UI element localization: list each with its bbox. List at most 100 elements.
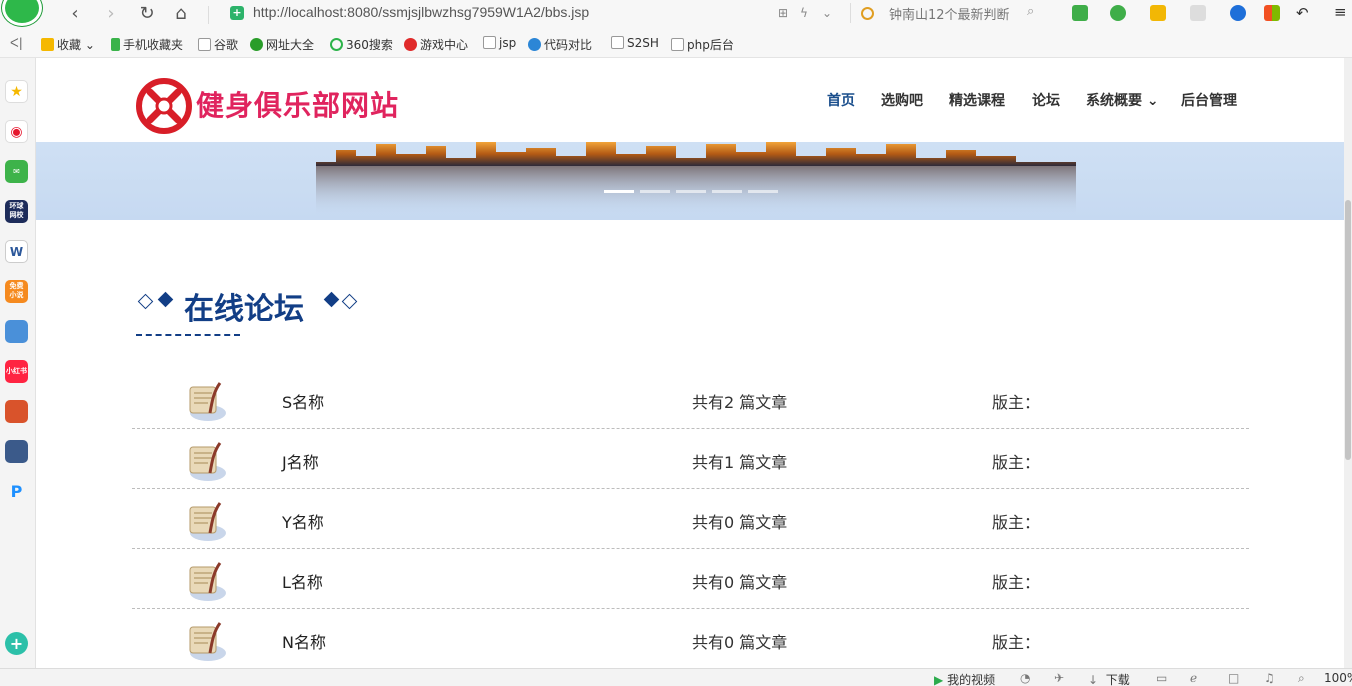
moderator: 版主：	[992, 393, 1041, 412]
favorite-icon[interactable]: ★	[5, 80, 28, 103]
article-count: 共有2 篇文章	[692, 393, 788, 412]
city-game-icon[interactable]	[5, 440, 28, 463]
bookmark-label: 谷歌	[214, 38, 239, 52]
bookmark-toggle[interactable]: ᐸ|	[10, 36, 23, 50]
p-icon[interactable]: P	[5, 480, 28, 503]
menu-icon[interactable]: ≡	[1334, 3, 1347, 21]
address-divider	[208, 6, 209, 24]
article-count: 共有0 篇文章	[692, 513, 788, 532]
game-app-icon[interactable]	[5, 320, 28, 343]
plus-icon[interactable]: +	[5, 632, 28, 655]
word-icon[interactable]: W	[5, 240, 28, 263]
bookmark-item[interactable]: 代码对比	[528, 36, 592, 53]
bookmark-label: 网址大全	[266, 38, 315, 52]
bookmark-item[interactable]: php后台	[671, 36, 734, 53]
menu-courses[interactable]: 精选课程	[949, 90, 1005, 110]
search-box[interactable]: 钟南山12个最新判断 ⌕	[850, 3, 1050, 23]
site-name[interactable]: 健身俱乐部网站	[196, 84, 399, 124]
menu-system-overview[interactable]: 系统概要 ⌄	[1086, 90, 1159, 110]
game-icon	[404, 38, 417, 51]
mail-icon[interactable]: ✉	[5, 160, 28, 183]
forum-row[interactable]: Y名称 共有0 篇文章 版主：	[132, 489, 1249, 549]
apps-icon[interactable]	[1264, 5, 1280, 21]
search-suggestion[interactable]: 钟南山12个最新判断	[889, 4, 1010, 23]
bookmark-item[interactable]: 游戏中心	[404, 36, 468, 53]
back-button[interactable]: ‹	[64, 4, 86, 24]
novel-icon[interactable]: 免费 小说	[5, 280, 28, 303]
bookmark-item[interactable]: jsp	[483, 36, 516, 50]
compare-icon	[528, 38, 541, 51]
reload-button[interactable]: ↻	[136, 4, 158, 24]
bookmark-label: 代码对比	[544, 38, 593, 52]
undo-icon[interactable]: ↶	[1296, 4, 1309, 22]
forum-row[interactable]: J名称 共有1 篇文章 版主：	[132, 429, 1249, 489]
download-button[interactable]: ↓ 下载	[1088, 671, 1130, 686]
forum-row[interactable]: L名称 共有0 篇文章 版主：	[132, 549, 1249, 609]
carousel-dot[interactable]	[676, 190, 706, 193]
city-skyline-image	[316, 142, 1076, 216]
forum-name[interactable]: Y名称	[282, 509, 324, 533]
speed-icon[interactable]: ◔	[1020, 671, 1030, 685]
forward-button[interactable]: ›	[100, 4, 122, 24]
forum-name[interactable]: N名称	[282, 629, 326, 653]
image-icon[interactable]	[1190, 5, 1206, 21]
window-icon[interactable]: □	[1228, 671, 1239, 685]
menu-shop[interactable]: 选购吧	[881, 90, 923, 110]
volume-icon[interactable]: ♫	[1264, 671, 1275, 685]
download-label: 下载	[1105, 673, 1130, 686]
bookmark-item[interactable]: 谷歌	[198, 36, 238, 53]
bookmark-label: 游戏中心	[420, 38, 469, 52]
browser-logo-icon[interactable]	[2, 0, 42, 26]
carousel-dot[interactable]	[748, 190, 778, 193]
carousel-dot[interactable]	[640, 190, 670, 193]
scrollbar-thumb[interactable]	[1345, 200, 1351, 460]
lightning-icon[interactable]: ϟ	[800, 6, 808, 20]
my-video-label: 我的视频	[947, 673, 996, 686]
forum-row[interactable]: N名称 共有0 篇文章 版主：	[132, 609, 1249, 668]
article-count: 共有1 篇文章	[692, 453, 788, 472]
bookmark-item[interactable]: 手机收藏夹	[111, 36, 183, 53]
moderator: 版主：	[992, 633, 1041, 652]
bookmark-item[interactable]: 收藏 ⌄	[41, 36, 95, 53]
forum-name[interactable]: L名称	[282, 569, 323, 593]
menu-forum[interactable]: 论坛	[1032, 90, 1060, 110]
my-video-button[interactable]: ▶ 我的视频	[934, 671, 995, 686]
bookmark-item[interactable]: S2SH	[611, 36, 659, 50]
qr-icon[interactable]: ⊞	[778, 6, 788, 20]
layout-icon[interactable]: ▭	[1156, 671, 1167, 685]
dropdown-chevron-icon[interactable]: ⌄	[822, 6, 832, 20]
moderator: 版主：	[992, 573, 1041, 592]
scroll-quill-icon	[189, 562, 226, 601]
search-engine-icon	[861, 7, 874, 20]
bookmark-item[interactable]: 360搜索	[330, 36, 393, 53]
ie-icon[interactable]: ℯ	[1190, 671, 1197, 685]
xiaohongshu-icon[interactable]: 小红书	[5, 360, 28, 383]
address-bar[interactable]: http://localhost:8080/ssmjsjlbwzhsg7959W…	[253, 4, 589, 20]
pin-icon[interactable]: ✈	[1054, 671, 1064, 685]
menu-admin[interactable]: 后台管理	[1181, 90, 1237, 110]
game2-icon[interactable]	[5, 400, 28, 423]
translate-icon[interactable]	[1110, 5, 1126, 21]
forum-name[interactable]: S名称	[282, 389, 324, 413]
scissors-icon[interactable]	[1072, 5, 1088, 21]
banner-carousel[interactable]	[36, 142, 1344, 220]
school-icon[interactable]: 环球 网校	[5, 200, 28, 223]
forum-row[interactable]: S名称 共有2 篇文章 版主：	[132, 369, 1249, 429]
bookmark-label: S2SH	[627, 36, 659, 50]
magnifier-icon[interactable]	[1230, 5, 1246, 21]
home-button[interactable]: ⌂	[170, 4, 192, 24]
bookmark-item[interactable]: 网址大全	[250, 36, 314, 53]
menu-home[interactable]: 首页	[827, 90, 855, 110]
carousel-dot[interactable]	[712, 190, 742, 193]
bookmark-label: 手机收藏夹	[123, 38, 184, 52]
security-shield-icon[interactable]: +	[230, 6, 244, 20]
diamond-decoration-icon	[323, 291, 340, 308]
zoom-level[interactable]: 100%	[1324, 671, 1352, 685]
zoom-icon[interactable]: ⌕	[1298, 671, 1305, 686]
weibo-icon[interactable]: ◉	[5, 120, 28, 143]
forum-name[interactable]: J名称	[282, 449, 319, 473]
carousel-dot[interactable]	[604, 190, 634, 193]
club-logo-icon[interactable]	[136, 78, 192, 134]
search-icon[interactable]: ⌕	[1027, 4, 1034, 19]
coin-icon[interactable]	[1150, 5, 1166, 21]
